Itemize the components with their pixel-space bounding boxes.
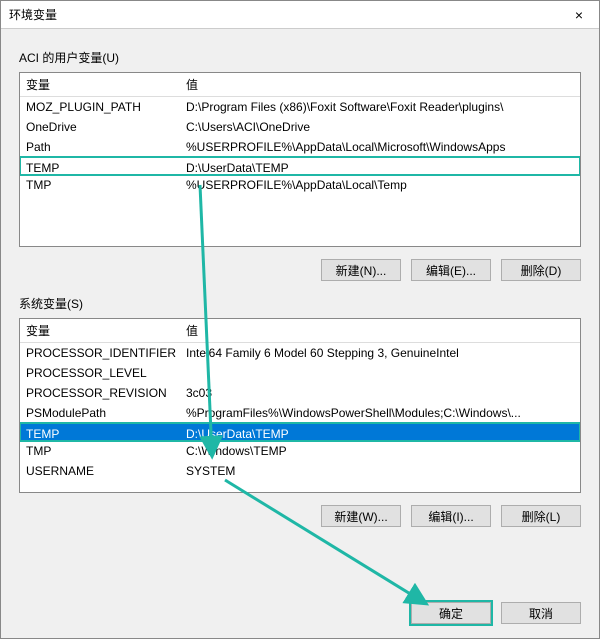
table-row[interactable]: PROCESSOR_REVISION3c03	[20, 383, 580, 403]
cell-var: TMP	[26, 441, 186, 461]
user-edit-button[interactable]: 编辑(E)...	[411, 259, 491, 281]
table-row[interactable]: MOZ_PLUGIN_PATHD:\Program Files (x86)\Fo…	[20, 97, 580, 117]
dialog-buttons: 确定 取消	[411, 602, 581, 624]
cell-var: USERNAME	[26, 461, 186, 481]
cell-var: Path	[26, 137, 186, 157]
cell-var: OneDrive	[26, 117, 186, 137]
cell-var: PROCESSOR_IDENTIFIER	[26, 343, 186, 363]
user-vars-buttons: 新建(N)... 编辑(E)... 删除(D)	[19, 259, 581, 281]
table-header[interactable]: 变量值	[20, 73, 580, 97]
cell-var: PROCESSOR_LEVEL	[26, 363, 186, 383]
table-row[interactable]: OneDriveC:\Users\ACI\OneDrive	[20, 117, 580, 137]
cell-val	[186, 363, 574, 383]
cell-val: C:\Users\ACI\OneDrive	[186, 117, 574, 137]
cell-val: %USERPROFILE%\AppData\Local\Microsoft\Wi…	[186, 137, 574, 157]
sys-vars-label: 系统变量(S)	[19, 295, 581, 312]
cell-var: TMP	[26, 175, 186, 195]
sys-edit-button[interactable]: 编辑(I)...	[411, 505, 491, 527]
table-row[interactable]: TEMPD:\UserData\TEMP	[19, 156, 581, 176]
ok-button[interactable]: 确定	[411, 602, 491, 624]
table-row[interactable]: TEMPD:\UserData\TEMP	[19, 422, 581, 442]
table-row[interactable]: TMP%USERPROFILE%\AppData\Local\Temp	[20, 175, 580, 195]
cell-val: D:\UserData\TEMP	[186, 158, 574, 174]
cancel-button[interactable]: 取消	[501, 602, 581, 624]
user-delete-button[interactable]: 删除(D)	[501, 259, 581, 281]
user-vars-table[interactable]: 变量值MOZ_PLUGIN_PATHD:\Program Files (x86)…	[19, 72, 581, 247]
sys-vars-table[interactable]: 变量值PROCESSOR_IDENTIFIERIntel64 Family 6 …	[19, 318, 581, 493]
close-icon[interactable]: ×	[559, 1, 599, 29]
cell-val: %USERPROFILE%\AppData\Local\Temp	[186, 175, 574, 195]
cell-val: 3c03	[186, 383, 574, 403]
cell-var: PSModulePath	[26, 403, 186, 423]
titlebar: 环境变量 ×	[1, 1, 599, 29]
cell-val: C:\Windows\TEMP	[186, 441, 574, 461]
header-val: 值	[186, 319, 574, 342]
user-vars-label: ACI 的用户变量(U)	[19, 49, 581, 66]
sys-delete-button[interactable]: 删除(L)	[501, 505, 581, 527]
table-row[interactable]: Path%USERPROFILE%\AppData\Local\Microsof…	[20, 137, 580, 157]
table-row[interactable]: PSModulePath%ProgramFiles%\WindowsPowerS…	[20, 403, 580, 423]
header-var: 变量	[26, 319, 186, 342]
cell-var: TEMP	[26, 424, 186, 440]
header-var: 变量	[26, 73, 186, 96]
user-new-button[interactable]: 新建(N)...	[321, 259, 401, 281]
cell-val: SYSTEM	[186, 461, 574, 481]
cell-var: PROCESSOR_REVISION	[26, 383, 186, 403]
cell-val: Intel64 Family 6 Model 60 Stepping 3, Ge…	[186, 343, 574, 363]
table-row[interactable]: TMPC:\Windows\TEMP	[20, 441, 580, 461]
cell-var: TEMP	[26, 158, 186, 174]
cell-val: %ProgramFiles%\WindowsPowerShell\Modules…	[186, 403, 574, 423]
cell-val: D:\Program Files (x86)\Foxit Software\Fo…	[186, 97, 574, 117]
table-row[interactable]: PROCESSOR_LEVEL	[20, 363, 580, 383]
table-header[interactable]: 变量值	[20, 319, 580, 343]
table-row[interactable]: PROCESSOR_IDENTIFIERIntel64 Family 6 Mod…	[20, 343, 580, 363]
env-vars-dialog: 环境变量 × ACI 的用户变量(U) 变量值MOZ_PLUGIN_PATHD:…	[0, 0, 600, 639]
header-val: 值	[186, 73, 574, 96]
dialog-title: 环境变量	[9, 6, 57, 23]
sys-vars-buttons: 新建(W)... 编辑(I)... 删除(L)	[19, 505, 581, 527]
cell-val: D:\UserData\TEMP	[186, 424, 574, 440]
cell-var: MOZ_PLUGIN_PATH	[26, 97, 186, 117]
table-row[interactable]: USERNAMESYSTEM	[20, 461, 580, 481]
sys-new-button[interactable]: 新建(W)...	[321, 505, 401, 527]
